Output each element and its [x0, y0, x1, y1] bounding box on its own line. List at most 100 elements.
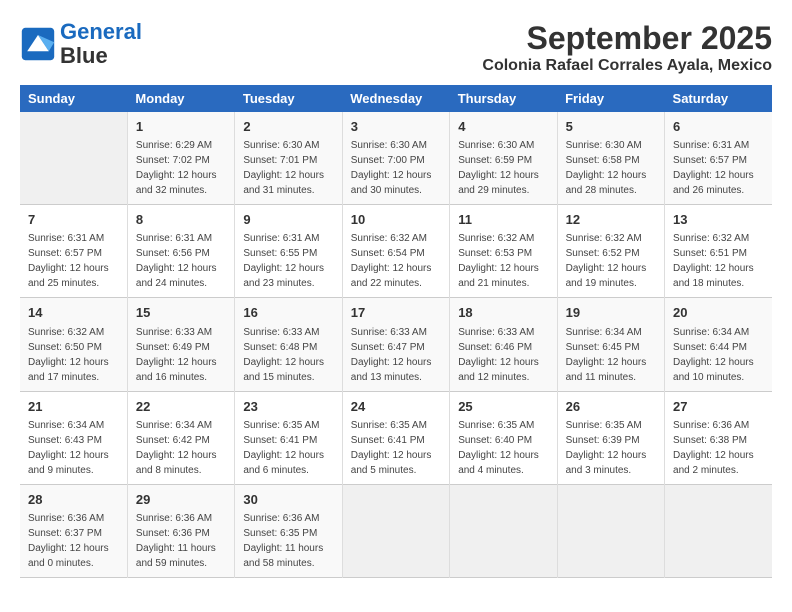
day-info: Sunrise: 6:33 AM Sunset: 6:46 PM Dayligh… [458, 325, 548, 385]
logo-line2: Blue [60, 43, 108, 68]
day-number: 8 [136, 211, 226, 229]
day-info: Sunrise: 6:34 AM Sunset: 6:43 PM Dayligh… [28, 418, 119, 478]
day-number: 6 [673, 118, 764, 136]
day-number: 5 [566, 118, 656, 136]
day-info: Sunrise: 6:35 AM Sunset: 6:41 PM Dayligh… [351, 418, 441, 478]
calendar-cell: 3 Sunrise: 6:30 AM Sunset: 7:00 PM Daylig… [342, 112, 449, 205]
day-info: Sunrise: 6:31 AM Sunset: 6:57 PM Dayligh… [28, 231, 119, 291]
calendar-cell: 27Sunrise: 6:36 AM Sunset: 6:38 PM Dayli… [665, 391, 772, 484]
day-number: 7 [28, 211, 119, 229]
day-number: 23 [243, 398, 333, 416]
day-number: 28 [28, 491, 119, 509]
page-header: General Blue September 2025 Colonia Rafa… [20, 20, 772, 75]
day-number: 29 [136, 491, 226, 509]
calendar-cell: 2Sunrise: 6:30 AM Sunset: 7:01 PM Daylig… [235, 112, 342, 205]
calendar-cell: 16 Sunrise: 6:33 AM Sunset: 6:48 PM Dayli… [235, 298, 342, 391]
calendar-cell: 18 Sunrise: 6:33 AM Sunset: 6:46 PM Dayli… [450, 298, 557, 391]
weekday-header-wednesday: Wednesday [342, 85, 449, 112]
day-number: 3 [351, 118, 441, 136]
day-number: 20 [673, 304, 764, 322]
logo-line1: General [60, 19, 142, 44]
calendar-cell: 24Sunrise: 6:35 AM Sunset: 6:41 PM Dayli… [342, 391, 449, 484]
calendar-week-row: 1 Sunrise: 6:29 AM Sunset: 7:02 PM Daylig… [20, 112, 772, 205]
logo-text: General Blue [60, 20, 142, 68]
calendar-cell: 12Sunrise: 6:32 AM Sunset: 6:52 PM Dayli… [557, 205, 664, 298]
day-number: 16 [243, 304, 333, 322]
calendar-cell: 10Sunrise: 6:32 AM Sunset: 6:54 PM Dayli… [342, 205, 449, 298]
day-number: 12 [566, 211, 656, 229]
day-number: 17 [351, 304, 441, 322]
calendar-cell: 30Sunrise: 6:36 AM Sunset: 6:35 PM Dayli… [235, 484, 342, 577]
day-info: Sunrise: 6:29 AM Sunset: 7:02 PM Dayligh… [136, 138, 226, 198]
calendar-week-row: 28 Sunrise: 6:36 AM Sunset: 6:37 PM Dayli… [20, 484, 772, 577]
calendar-cell: 19 Sunrise: 6:34 AM Sunset: 6:45 PM Dayli… [557, 298, 664, 391]
calendar-cell: 17Sunrise: 6:33 AM Sunset: 6:47 PM Dayli… [342, 298, 449, 391]
calendar-cell: 20 Sunrise: 6:34 AM Sunset: 6:44 PM Dayli… [665, 298, 772, 391]
day-number: 1 [136, 118, 226, 136]
calendar-cell: 6 Sunrise: 6:31 AM Sunset: 6:57 PM Daylig… [665, 112, 772, 205]
day-info: Sunrise: 6:31 AM Sunset: 6:57 PM Dayligh… [673, 138, 764, 198]
title-area: September 2025 Colonia Rafael Corrales A… [482, 20, 772, 75]
day-number: 26 [566, 398, 656, 416]
day-info: Sunrise: 6:32 AM Sunset: 6:50 PM Dayligh… [28, 325, 119, 385]
calendar-cell: 5 Sunrise: 6:30 AM Sunset: 6:58 PM Daylig… [557, 112, 664, 205]
calendar-cell: 9Sunrise: 6:31 AM Sunset: 6:55 PM Daylig… [235, 205, 342, 298]
day-info: Sunrise: 6:34 AM Sunset: 6:44 PM Dayligh… [673, 325, 764, 385]
day-info: Sunrise: 6:36 AM Sunset: 6:37 PM Dayligh… [28, 511, 119, 571]
weekday-header-friday: Friday [557, 85, 664, 112]
calendar-cell: 4 Sunrise: 6:30 AM Sunset: 6:59 PM Daylig… [450, 112, 557, 205]
day-info: Sunrise: 6:36 AM Sunset: 6:38 PM Dayligh… [673, 418, 764, 478]
day-number: 18 [458, 304, 548, 322]
day-number: 4 [458, 118, 548, 136]
day-number: 30 [243, 491, 333, 509]
calendar-cell [665, 484, 772, 577]
day-info: Sunrise: 6:33 AM Sunset: 6:49 PM Dayligh… [136, 325, 226, 385]
day-info: Sunrise: 6:31 AM Sunset: 6:56 PM Dayligh… [136, 231, 226, 291]
calendar-cell: 8 Sunrise: 6:31 AM Sunset: 6:56 PM Daylig… [127, 205, 234, 298]
day-number: 9 [243, 211, 333, 229]
day-info: Sunrise: 6:34 AM Sunset: 6:42 PM Dayligh… [136, 418, 226, 478]
location-title: Colonia Rafael Corrales Ayala, Mexico [482, 57, 772, 75]
day-number: 13 [673, 211, 764, 229]
calendar-cell: 11 Sunrise: 6:32 AM Sunset: 6:53 PM Dayli… [450, 205, 557, 298]
weekday-header-monday: Monday [127, 85, 234, 112]
day-number: 19 [566, 304, 656, 322]
day-info: Sunrise: 6:36 AM Sunset: 6:36 PM Dayligh… [136, 511, 226, 571]
day-info: Sunrise: 6:30 AM Sunset: 6:59 PM Dayligh… [458, 138, 548, 198]
day-number: 11 [458, 211, 548, 229]
month-title: September 2025 [482, 20, 772, 57]
day-number: 15 [136, 304, 226, 322]
weekday-header-thursday: Thursday [450, 85, 557, 112]
calendar-cell: 13Sunrise: 6:32 AM Sunset: 6:51 PM Dayli… [665, 205, 772, 298]
day-number: 14 [28, 304, 119, 322]
calendar-cell: 21 Sunrise: 6:34 AM Sunset: 6:43 PM Dayli… [20, 391, 127, 484]
calendar-week-row: 7 Sunrise: 6:31 AM Sunset: 6:57 PM Daylig… [20, 205, 772, 298]
weekday-header-row: SundayMondayTuesdayWednesdayThursdayFrid… [20, 85, 772, 112]
day-info: Sunrise: 6:33 AM Sunset: 6:48 PM Dayligh… [243, 325, 333, 385]
day-number: 22 [136, 398, 226, 416]
day-number: 21 [28, 398, 119, 416]
calendar-cell: 25Sunrise: 6:35 AM Sunset: 6:40 PM Dayli… [450, 391, 557, 484]
calendar-table: SundayMondayTuesdayWednesdayThursdayFrid… [20, 85, 772, 578]
day-info: Sunrise: 6:30 AM Sunset: 7:00 PM Dayligh… [351, 138, 441, 198]
calendar-cell: 15 Sunrise: 6:33 AM Sunset: 6:49 PM Dayli… [127, 298, 234, 391]
calendar-cell: 1 Sunrise: 6:29 AM Sunset: 7:02 PM Daylig… [127, 112, 234, 205]
calendar-cell: 14 Sunrise: 6:32 AM Sunset: 6:50 PM Dayli… [20, 298, 127, 391]
weekday-header-sunday: Sunday [20, 85, 127, 112]
weekday-header-tuesday: Tuesday [235, 85, 342, 112]
calendar-cell [20, 112, 127, 205]
day-info: Sunrise: 6:32 AM Sunset: 6:53 PM Dayligh… [458, 231, 548, 291]
calendar-cell: 29 Sunrise: 6:36 AM Sunset: 6:36 PM Dayli… [127, 484, 234, 577]
calendar-cell [342, 484, 449, 577]
weekday-header-saturday: Saturday [665, 85, 772, 112]
day-info: Sunrise: 6:34 AM Sunset: 6:45 PM Dayligh… [566, 325, 656, 385]
logo: General Blue [20, 20, 142, 68]
day-info: Sunrise: 6:30 AM Sunset: 6:58 PM Dayligh… [566, 138, 656, 198]
day-info: Sunrise: 6:35 AM Sunset: 6:41 PM Dayligh… [243, 418, 333, 478]
calendar-cell: 7 Sunrise: 6:31 AM Sunset: 6:57 PM Daylig… [20, 205, 127, 298]
day-info: Sunrise: 6:35 AM Sunset: 6:39 PM Dayligh… [566, 418, 656, 478]
calendar-cell: 22 Sunrise: 6:34 AM Sunset: 6:42 PM Dayli… [127, 391, 234, 484]
calendar-cell: 28 Sunrise: 6:36 AM Sunset: 6:37 PM Dayli… [20, 484, 127, 577]
logo-icon [20, 26, 56, 62]
day-info: Sunrise: 6:30 AM Sunset: 7:01 PM Dayligh… [243, 138, 333, 198]
